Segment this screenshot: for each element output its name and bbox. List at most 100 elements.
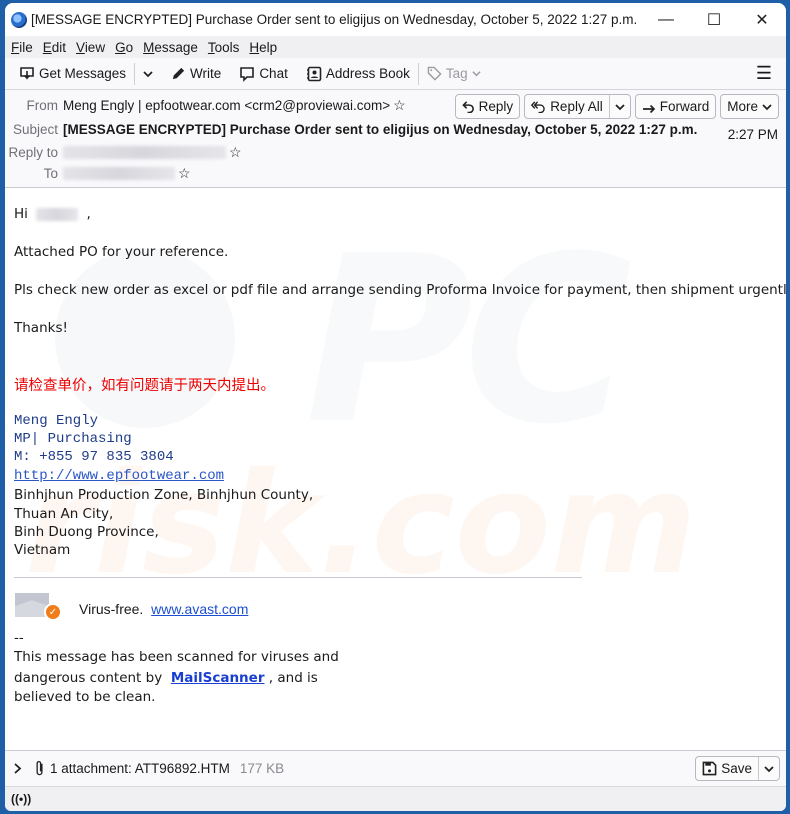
watermark-pc: PC [305, 208, 632, 475]
avast-link[interactable]: www.avast.com [151, 601, 248, 617]
star-icon[interactable]: ☆ [393, 97, 406, 114]
menu-view[interactable]: View [76, 40, 105, 55]
thunderbird-logo-icon [11, 11, 27, 28]
to-redacted[interactable] [63, 167, 175, 180]
greeting: Hi [14, 206, 28, 222]
minimize-icon: — [658, 10, 674, 28]
download-message-icon [19, 66, 35, 82]
expand-attachments-toggle[interactable] [13, 763, 22, 774]
maximize-button[interactable]: ☐ [690, 3, 738, 36]
save-button[interactable]: Save [696, 757, 758, 780]
save-dropdown[interactable] [758, 757, 779, 780]
status-bar: ((•)) [5, 786, 786, 811]
attachment-size: 177 KB [239, 761, 285, 776]
signature-divider [14, 577, 582, 578]
menu-message[interactable]: Message [143, 40, 198, 55]
get-messages-button[interactable]: Get Messages [13, 61, 132, 87]
menu-bar: File Edit View Go Message Tools Help [5, 36, 786, 58]
address-book-button[interactable]: Address Book [300, 61, 416, 87]
get-messages-dropdown[interactable] [137, 61, 159, 87]
star-icon[interactable]: ☆ [229, 144, 242, 161]
more-button[interactable]: More [720, 94, 779, 119]
scan-line-3: believed to be clean. [14, 689, 156, 705]
reply-all-button[interactable]: Reply All [525, 95, 609, 118]
address-line-3: Binh Duong Province, [14, 524, 159, 540]
chinese-warning-note: 请检查单价，如有问题请于两天内提出。 [14, 378, 275, 394]
reply-to-row: Reply to ☆ [5, 144, 242, 161]
tag-button[interactable]: Tag [421, 61, 487, 87]
save-split-button: Save [695, 756, 780, 781]
signature-name: Meng Engly [14, 413, 99, 429]
message-body: PC risk.com Hi , Attached PO for your re… [5, 188, 786, 750]
attachment-summary[interactable]: 1 attachment: ATT96892.HTM [50, 761, 230, 776]
chevron-down-icon [764, 764, 774, 774]
website-link[interactable]: http://www.epfootwear.com [14, 468, 224, 484]
body-line-1: Attached PO for your reference. [14, 244, 229, 260]
chat-button[interactable]: Chat [233, 61, 294, 87]
star-icon[interactable]: ☆ [178, 165, 191, 182]
signature-phone: M: +855 97 835 3804 [14, 449, 174, 465]
toolbar-separator [417, 62, 419, 85]
menu-edit[interactable]: Edit [43, 40, 66, 55]
message-header: From Meng Engly | epfootwear.com <crm2@p… [5, 90, 786, 188]
toolbar-separator [134, 62, 136, 85]
sig-separator: -- [14, 630, 24, 646]
subject-label: Subject [12, 122, 58, 137]
maximize-icon: ☐ [706, 11, 722, 29]
close-button[interactable]: ✕ [738, 3, 786, 36]
chevron-down-icon [762, 102, 772, 112]
chevron-down-icon [472, 69, 481, 78]
chat-bubble-icon [239, 66, 255, 82]
reply-to-redacted[interactable] [63, 146, 226, 159]
menu-tools[interactable]: Tools [208, 40, 240, 55]
greeting-comma: , [86, 206, 91, 222]
reply-to-label: Reply to [8, 145, 58, 160]
scan-line-1: This message has been scanned for viruse… [14, 649, 339, 665]
attachment-bar: 1 attachment: ATT96892.HTM 177 KB Save [5, 750, 786, 786]
close-icon: ✕ [755, 11, 769, 29]
subject-value: [MESSAGE ENCRYPTED] Purchase Order sent … [63, 122, 698, 137]
paperclip-icon [34, 760, 46, 777]
tag-icon [427, 66, 442, 81]
message-actions: Reply Reply All Forward More [454, 94, 779, 119]
reply-all-split: Reply All [524, 94, 631, 119]
app-menu-button[interactable]: ☰ [756, 63, 772, 84]
address-book-icon [306, 66, 322, 82]
signature-role: MP| Purchasing [14, 431, 132, 447]
reply-button[interactable]: Reply [454, 94, 521, 119]
watermark-circle [55, 248, 235, 428]
from-row: From Meng Engly | epfootwear.com <crm2@p… [5, 97, 406, 114]
write-button[interactable]: Write [165, 61, 227, 87]
reply-all-icon [531, 100, 546, 113]
to-label: To [43, 166, 58, 181]
address-line-2: Thuan An City, [14, 506, 114, 522]
thunderbird-window: [MESSAGE ENCRYPTED] Purchase Order sent … [5, 3, 786, 811]
message-time: 2:27 PM [727, 127, 778, 142]
chevron-down-icon [143, 69, 153, 79]
from-value[interactable]: Meng Engly | epfootwear.com <crm2@provie… [63, 98, 390, 113]
menu-file[interactable]: File [11, 40, 33, 55]
window-title: [MESSAGE ENCRYPTED] Purchase Order sent … [31, 12, 641, 27]
reply-all-dropdown[interactable] [608, 95, 630, 118]
address-line-1: Binhjhun Production Zone, Binhjhun Count… [14, 487, 314, 503]
minimize-button[interactable]: — [642, 3, 690, 36]
menu-help[interactable]: Help [249, 40, 277, 55]
menu-go[interactable]: Go [115, 40, 133, 55]
title-bar: [MESSAGE ENCRYPTED] Purchase Order sent … [5, 3, 786, 36]
online-status-icon[interactable]: ((•)) [11, 792, 31, 806]
reply-icon [461, 100, 475, 113]
from-label: From [26, 98, 59, 113]
virus-free-line: Virus-free. www.avast.com [79, 601, 248, 617]
subject-row: Subject [MESSAGE ENCRYPTED] Purchase Ord… [5, 122, 697, 137]
body-line-2: Pls check new order as excel or pdf file… [14, 282, 786, 298]
mailscanner-link[interactable]: MailScanner [171, 670, 265, 686]
main-toolbar: Get Messages Write Chat Address Book Tag… [5, 58, 786, 90]
window-controls: — ☐ ✕ [642, 3, 786, 36]
floppy-disk-icon [702, 761, 717, 776]
forward-button[interactable]: Forward [634, 94, 717, 119]
virus-free-text: Virus-free. [79, 601, 144, 617]
to-row: To ☆ [5, 165, 191, 182]
envelope-flap [15, 593, 49, 607]
signature-website-line: http://www.epfootwear.com [14, 468, 224, 484]
address-line-4: Vietnam [14, 542, 71, 558]
